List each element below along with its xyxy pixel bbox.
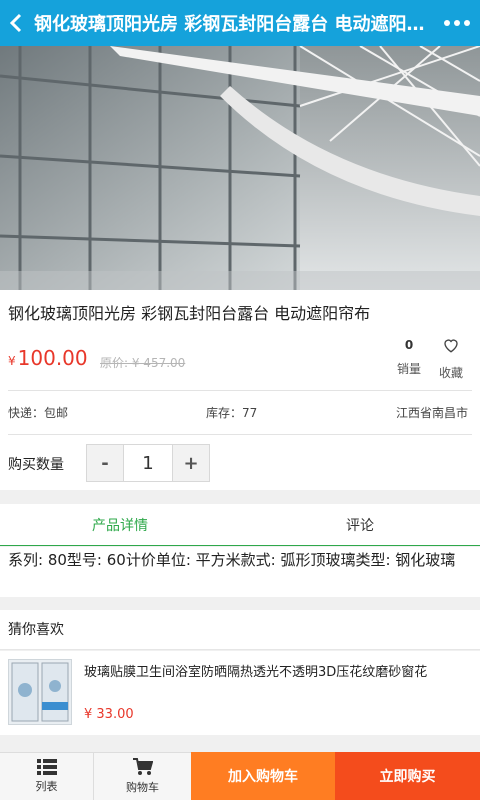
product-detail-text: 系列: 80型号: 60计价单位: 平方米款式: 弧形顶玻璃类型: 钢化玻璃	[0, 547, 480, 597]
bottom-action-bar: 列表 购物车 加入购物车 立即购买	[0, 752, 480, 800]
detail-tabs: 产品详情 评论	[0, 504, 480, 546]
add-to-cart-button[interactable]: 加入购物车	[191, 752, 335, 800]
list-button[interactable]: 列表	[0, 752, 94, 800]
quantity-stepper: - 1 +	[86, 444, 210, 482]
list-label: 列表	[35, 780, 58, 793]
cart-button[interactable]: 购物车	[94, 752, 191, 800]
buy-now-button[interactable]: 立即购买	[335, 752, 480, 800]
list-icon	[36, 759, 57, 775]
recommend-item-price: ¥ 33.00	[84, 707, 134, 722]
quantity-value[interactable]: 1	[123, 445, 173, 481]
product-image[interactable]	[0, 46, 480, 290]
tab-product-details[interactable]: 产品详情	[0, 504, 240, 545]
price-value: 100.00	[17, 346, 88, 370]
current-price: ¥100.00	[8, 346, 88, 370]
quantity-label: 购买数量	[8, 457, 64, 473]
recommend-item-thumbnail	[8, 659, 72, 725]
favorite-button[interactable]: 收藏	[434, 336, 468, 381]
currency-symbol: ¥	[8, 354, 16, 368]
sales-label: 销量	[396, 362, 421, 376]
shipping-info: 快递：包邮	[8, 406, 69, 420]
divider	[8, 434, 472, 435]
favorite-label: 收藏	[438, 366, 463, 380]
recommend-item-name: 玻璃贴膜卫生间浴室防晒隔热透光不透明3D压花纹磨砂窗花	[84, 665, 428, 680]
tab-comments[interactable]: 评论	[240, 504, 480, 545]
increase-quantity-button[interactable]: +	[173, 445, 209, 481]
chevron-left-icon	[9, 13, 22, 33]
more-menu-button[interactable]	[434, 0, 480, 46]
recommend-item[interactable]: 玻璃贴膜卫生间浴室防晒隔热透光不透明3D压花纹磨砂窗花 ¥ 33.00	[0, 651, 480, 735]
cart-icon	[132, 758, 153, 775]
product-photo	[0, 46, 480, 290]
product-info-panel: 钢化玻璃顶阳光房 彩钢瓦封阳台露台 电动遮阳帘布 ¥100.00 原价: ¥ 4…	[0, 290, 480, 490]
more-dots-icon	[444, 20, 450, 26]
divider	[8, 390, 472, 391]
top-bar: 钢化玻璃顶阳光房 彩钢瓦封阳台露台 电动遮阳帘布	[0, 0, 480, 46]
location-info: 江西省南昌市	[396, 406, 469, 420]
heart-icon	[444, 339, 458, 353]
product-name: 钢化玻璃顶阳光房 彩钢瓦封阳台露台 电动遮阳帘布	[8, 304, 371, 323]
recommend-heading: 猜你喜欢	[0, 610, 480, 650]
back-button[interactable]	[0, 0, 32, 46]
decrease-quantity-button[interactable]: -	[87, 445, 123, 481]
original-price: 原价: ¥ 457.00	[100, 356, 186, 370]
page-title: 钢化玻璃顶阳光房 彩钢瓦封阳台露台 电动遮阳帘布	[34, 14, 434, 35]
stock-info: 库存：77	[206, 406, 258, 420]
cart-label: 购物车	[126, 781, 159, 794]
sales-count: 0 销量	[390, 336, 428, 377]
sales-number: 0	[404, 338, 414, 352]
